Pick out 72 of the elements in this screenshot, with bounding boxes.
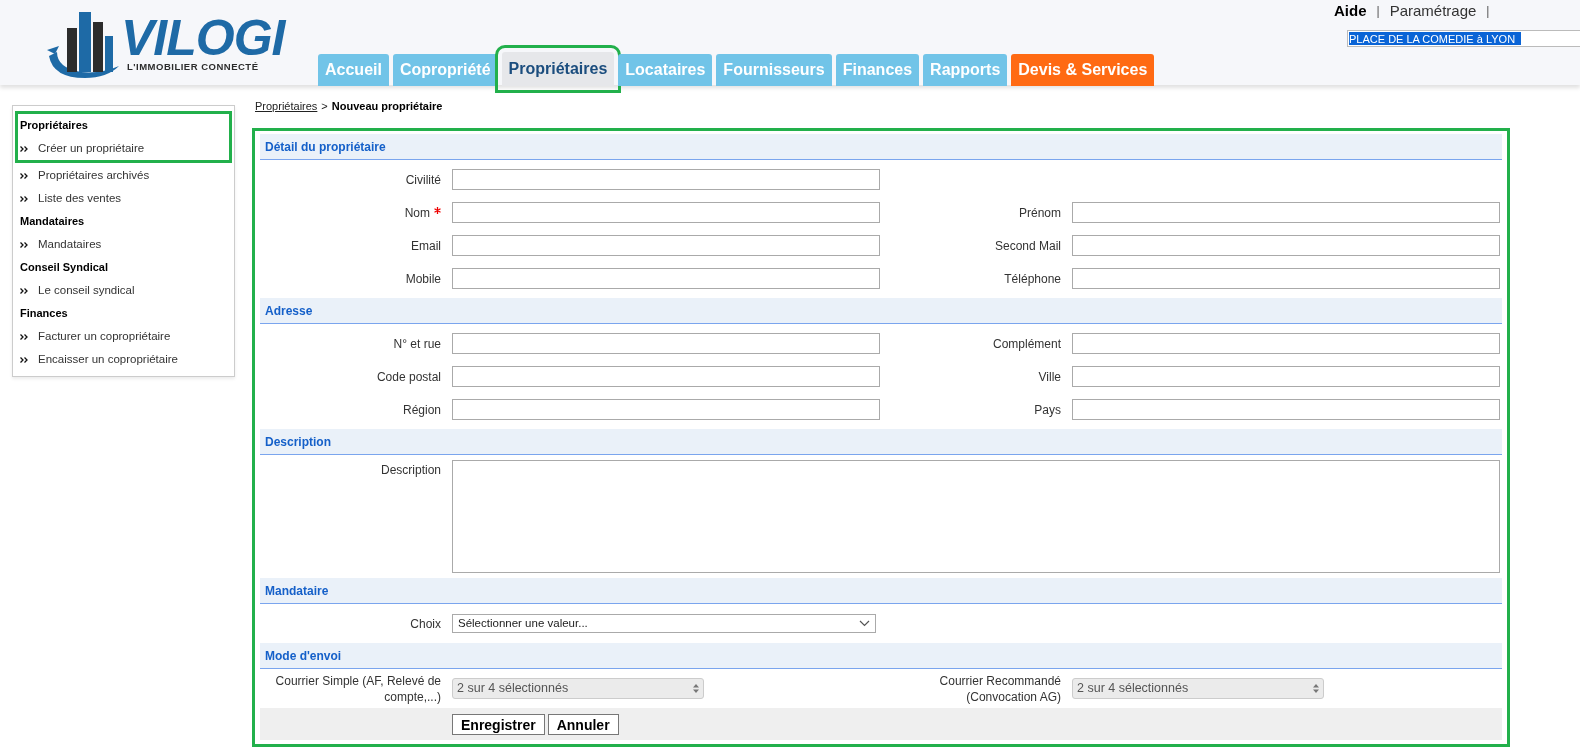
sidebar-link[interactable]: Mandataires: [38, 235, 102, 254]
chevron-icon: [20, 145, 28, 152]
sidebar-heading: Propriétaires: [19, 118, 89, 134]
text-input[interactable]: [452, 268, 880, 289]
header-link[interactable]: Aide: [1334, 0, 1367, 23]
text-input[interactable]: [1072, 202, 1500, 223]
field-label: Email: [411, 237, 441, 254]
text-input[interactable]: [452, 333, 880, 354]
separator: |: [1376, 3, 1380, 21]
location-field[interactable]: PLACE DE LA COMEDIE à LYON: [1347, 30, 1580, 47]
field-label: Complément: [992, 335, 1061, 352]
breadcrumb-current: Nouveau propriétaire: [331, 98, 443, 114]
text-input[interactable]: [452, 169, 880, 190]
field-label: Code postal: [376, 368, 441, 385]
field-label: Ville: [1038, 368, 1061, 385]
field-label: Description: [380, 462, 441, 478]
sidebar-link[interactable]: Créer un propriétaire: [38, 139, 145, 158]
logo-wordmark: VILOGI: [121, 15, 285, 60]
text-input[interactable]: [1072, 399, 1500, 420]
field-label: Choix: [410, 615, 441, 632]
section-header: Détail du propriétaire: [260, 134, 1502, 160]
field-label: N° et rue: [393, 335, 441, 352]
section-header: Mandataire: [260, 578, 1502, 604]
chevron-icon: [20, 241, 28, 248]
text-input[interactable]: [1072, 333, 1500, 354]
breadcrumb-separator: >: [321, 98, 328, 114]
field-label: Courrier Simple (AF, Relevé de compte,...): [274, 672, 441, 705]
text-input[interactable]: [452, 366, 880, 387]
sidebar-link[interactable]: Propriétaires archivés: [38, 166, 150, 185]
breadcrumb-link[interactable]: Propriétaires: [255, 97, 318, 115]
text-input[interactable]: [452, 235, 880, 256]
chevron-icon: [20, 195, 28, 202]
sidebar-link[interactable]: Liste des ventes: [38, 189, 122, 208]
section-header: Description: [260, 429, 1502, 455]
header-link[interactable]: Paramétrage: [1389, 0, 1477, 23]
field-label: Mobile: [405, 270, 441, 287]
form-button[interactable]: Enregistrer: [452, 713, 545, 735]
sidebar-heading: Conseil Syndical: [19, 260, 110, 276]
text-input[interactable]: [1072, 235, 1500, 256]
chevron-icon: [20, 172, 28, 179]
chevron-icon: [20, 287, 28, 294]
text-input[interactable]: [1072, 366, 1500, 387]
chevron-icon: [20, 356, 28, 363]
section-header: Adresse: [260, 298, 1502, 324]
section-header: Mode d'envoi: [260, 643, 1502, 669]
text-input[interactable]: [452, 202, 880, 223]
logo-tagline: L'IMMOBILIER CONNECTÉ: [127, 59, 260, 74]
field-label: Prénom: [1018, 204, 1061, 221]
text-input[interactable]: [452, 399, 880, 420]
multi-select[interactable]: 2 sur 4 sélectionnés: [1072, 678, 1324, 699]
sidebar-heading: Mandataires: [19, 214, 86, 230]
form-button[interactable]: Annuler: [547, 713, 619, 735]
chevron-down-icon: [859, 620, 870, 627]
chevron-icon: [20, 333, 28, 340]
field-label: Courrier Recommandé (Convocation AG): [938, 672, 1061, 705]
text-input[interactable]: [1072, 268, 1500, 289]
field-label: Région: [402, 401, 441, 418]
field-label: Téléphone: [1004, 270, 1061, 287]
updown-icon: [1313, 684, 1319, 693]
field-label: Second Mail: [994, 237, 1061, 254]
updown-icon: [693, 684, 699, 693]
field-label: Pays: [1034, 401, 1061, 418]
sidebar-link[interactable]: Le conseil syndical: [38, 281, 135, 300]
field-label: Nom: [404, 204, 441, 221]
sidebar-link[interactable]: Encaisser un copropriétaire: [38, 350, 178, 369]
separator: |: [1486, 3, 1490, 21]
sidebar-heading: Finances: [19, 306, 69, 322]
dropdown[interactable]: Sélectionner une valeur...: [452, 614, 876, 633]
field-label: Civilité: [405, 171, 441, 188]
description-field[interactable]: [452, 460, 1500, 573]
sidebar-link[interactable]: Facturer un copropriétaire: [38, 327, 171, 346]
multi-select[interactable]: 2 sur 4 sélectionnés: [452, 678, 704, 699]
